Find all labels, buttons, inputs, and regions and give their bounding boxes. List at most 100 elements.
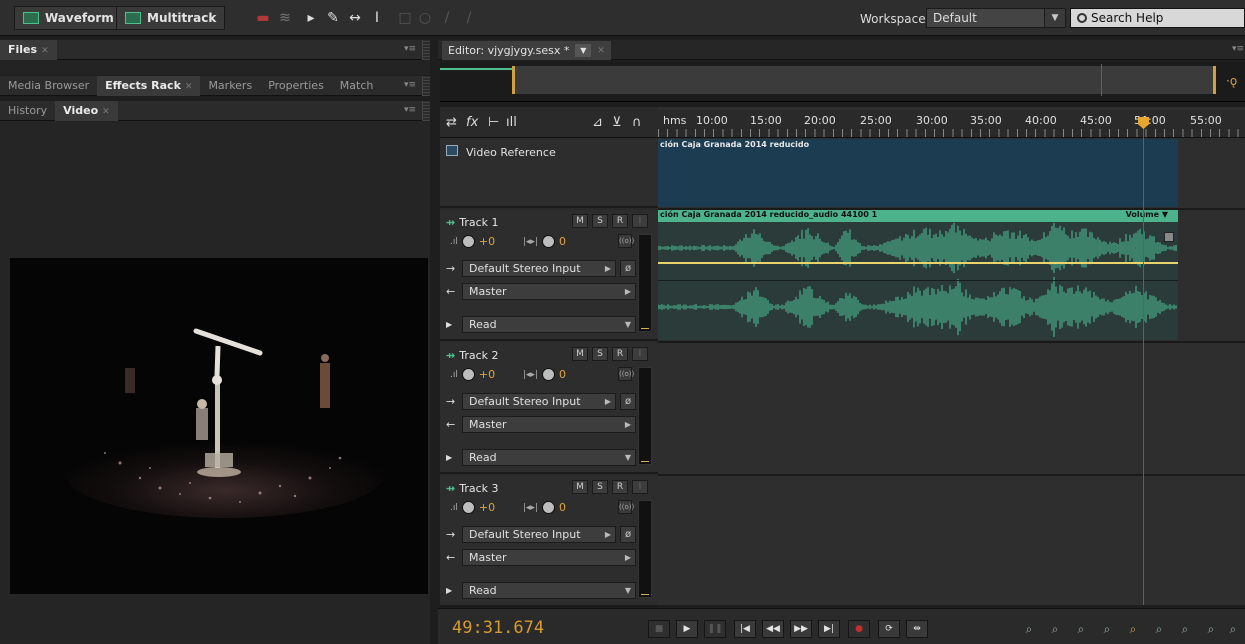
panel-menu-icon[interactable]: ▾≡ [404, 105, 416, 115]
tab-properties[interactable]: Properties [260, 76, 332, 96]
marquee-tool-icon[interactable]: □ [396, 9, 414, 27]
skip-to-end-icon[interactable]: ▶| [818, 620, 840, 638]
play-icon[interactable]: ▶ [676, 620, 698, 638]
volume-value[interactable]: +0 [479, 368, 519, 381]
volume-value[interactable]: +0 [479, 235, 519, 248]
input-monitor-button[interactable]: I [632, 214, 648, 228]
mute-button[interactable]: M [572, 214, 588, 228]
zoom-out-amplitude-icon[interactable]: ⌕ [1046, 622, 1064, 638]
envelope-select[interactable]: Volume ▼ [1126, 210, 1168, 219]
pan-value[interactable]: 0 [559, 501, 599, 514]
expand-icon[interactable]: ▶ [446, 453, 452, 462]
panel-grip[interactable] [422, 76, 430, 96]
slip-tool-icon[interactable]: ↔ [346, 9, 364, 27]
overview-visible-range[interactable] [512, 66, 1216, 94]
headphones-icon[interactable]: ∩ [632, 115, 642, 130]
pan-knob[interactable] [541, 501, 555, 514]
automation-mode-select[interactable]: Read ▼ [462, 582, 636, 599]
tab-media-browser[interactable]: Media Browser [0, 76, 97, 96]
metronome-icon[interactable]: ⊿ [592, 115, 603, 130]
automation-mode-select[interactable]: Read ▼ [462, 449, 636, 466]
input-select[interactable]: Default Stereo Input ▶ [462, 260, 616, 277]
close-icon[interactable]: ✕ [597, 46, 605, 56]
zoom-out-time-icon[interactable]: ⌕ [1098, 622, 1116, 638]
audio-clip-titlebar[interactable]: ción Caja Granada 2014 reducido_audio 44… [658, 210, 1178, 222]
pan-knob[interactable] [541, 235, 555, 248]
spectral-frequency-icon[interactable]: ▬ [254, 9, 272, 27]
move-tool-icon[interactable]: ▸ [302, 9, 320, 27]
rewind-icon[interactable]: ◀◀ [762, 620, 784, 638]
phase-invert-button[interactable]: ø [620, 393, 636, 410]
volume-knob[interactable] [461, 235, 475, 248]
tab-video[interactable]: Video ✕ [55, 100, 118, 121]
brush-tool-icon[interactable]: / [438, 9, 456, 27]
lasso-tool-icon[interactable]: ○ [416, 9, 434, 27]
video-reference-track-header[interactable]: Video Reference [440, 139, 658, 208]
tab-files[interactable]: Files ✕ [0, 39, 57, 60]
panel-menu-icon[interactable]: ▾≡ [1232, 44, 1244, 54]
pause-icon[interactable]: ❚❚ [704, 620, 726, 638]
panel-grip[interactable] [422, 101, 430, 121]
inputs-outputs-icon[interactable]: ⇄ [446, 115, 457, 130]
mute-button[interactable]: M [572, 480, 588, 494]
video-clip[interactable]: ción Caja Granada 2014 reducido [658, 139, 1178, 207]
time-selection-tool-icon[interactable]: I [368, 9, 386, 27]
zoom-all-tracks-icon[interactable]: ⌕ [1224, 622, 1242, 638]
panel-menu-icon[interactable]: ▾≡ [404, 44, 416, 54]
track-name[interactable]: ⇸ Track 1 [446, 216, 499, 229]
waveform-view-button[interactable]: Waveform [14, 6, 123, 30]
current-time-display[interactable]: 49:31.674 [452, 618, 544, 638]
record-icon[interactable]: ● [848, 620, 870, 638]
razor-tool-icon[interactable]: ✎ [324, 9, 342, 27]
tab-effects-rack[interactable]: Effects Rack ✕ [97, 75, 201, 96]
stop-icon[interactable]: ■ [648, 620, 670, 638]
zoom-in-point-icon[interactable]: ⌕ [1150, 622, 1168, 638]
zoom-icon[interactable]: ·ǫ [1226, 74, 1237, 88]
mute-button[interactable]: M [572, 347, 588, 361]
tab-editor-session[interactable]: Editor: vjygjygy.sesx * ▼ ✕ [442, 41, 611, 60]
sends-icon[interactable]: ⊢ [488, 115, 499, 130]
volume-envelope-line[interactable] [658, 262, 1178, 264]
solo-button[interactable]: S [592, 214, 608, 228]
chevron-down-icon[interactable]: ▼ [1044, 8, 1066, 28]
tab-match[interactable]: Match [332, 76, 382, 96]
multitrack-view-button[interactable]: Multitrack [116, 6, 226, 30]
track-1-header[interactable]: ⇸ Track 1 M S R I .ıl +0 |◂▸| 0 ((o)) → D… [440, 210, 658, 341]
stereo-icon[interactable]: ((o)) [618, 234, 634, 248]
pan-value[interactable]: 0 [559, 235, 599, 248]
output-select[interactable]: Master ▶ [462, 416, 636, 433]
panel-menu-icon[interactable]: ▾≡ [404, 80, 416, 90]
volume-knob[interactable] [461, 368, 475, 381]
stereo-icon[interactable]: ((o)) [618, 367, 634, 381]
tab-markers[interactable]: Markers [200, 76, 260, 96]
expand-icon[interactable]: ▶ [446, 586, 452, 595]
skip-to-start-icon[interactable]: |◀ [734, 620, 756, 638]
clip-menu-icon[interactable] [1164, 232, 1174, 242]
record-arm-button[interactable]: R [612, 480, 628, 494]
phase-invert-button[interactable]: ø [620, 526, 636, 543]
track-name[interactable]: ⇸ Track 2 [446, 349, 499, 362]
output-icon[interactable]: ⊻ [612, 115, 622, 130]
track-2-header[interactable]: ⇸ Track 2 M S R I .ıl +0 |◂▸| 0 ((o)) → D… [440, 343, 658, 474]
spectral-pitch-icon[interactable]: ≋ [276, 9, 294, 27]
input-monitor-button[interactable]: I [632, 347, 648, 361]
zoom-selection-icon[interactable]: ⌕ [1176, 622, 1194, 638]
record-arm-button[interactable]: R [612, 347, 628, 361]
track-name[interactable]: ⇸ Track 3 [446, 482, 499, 495]
loop-playback-icon[interactable]: ⟳ [878, 620, 900, 638]
volume-knob[interactable] [461, 501, 475, 514]
zoom-selected-tracks-icon[interactable]: ⌕ [1202, 622, 1220, 638]
panel-grip[interactable] [422, 40, 430, 60]
skip-selection-icon[interactable]: ⇹ [906, 620, 928, 638]
output-select[interactable]: Master ▶ [462, 283, 636, 300]
playhead-line[interactable] [1143, 116, 1144, 605]
record-arm-button[interactable]: R [612, 214, 628, 228]
chevron-down-icon[interactable]: ▼ [575, 44, 592, 57]
input-monitor-button[interactable]: I [632, 480, 648, 494]
stereo-icon[interactable]: ((o)) [618, 500, 634, 514]
pan-value[interactable]: 0 [559, 368, 599, 381]
eq-icon[interactable]: ıll [506, 115, 517, 130]
phase-invert-button[interactable]: ø [620, 260, 636, 277]
spot-healing-icon[interactable]: / [460, 9, 478, 27]
audio-clip[interactable]: ción Caja Granada 2014 reducido_audio 44… [658, 210, 1178, 340]
